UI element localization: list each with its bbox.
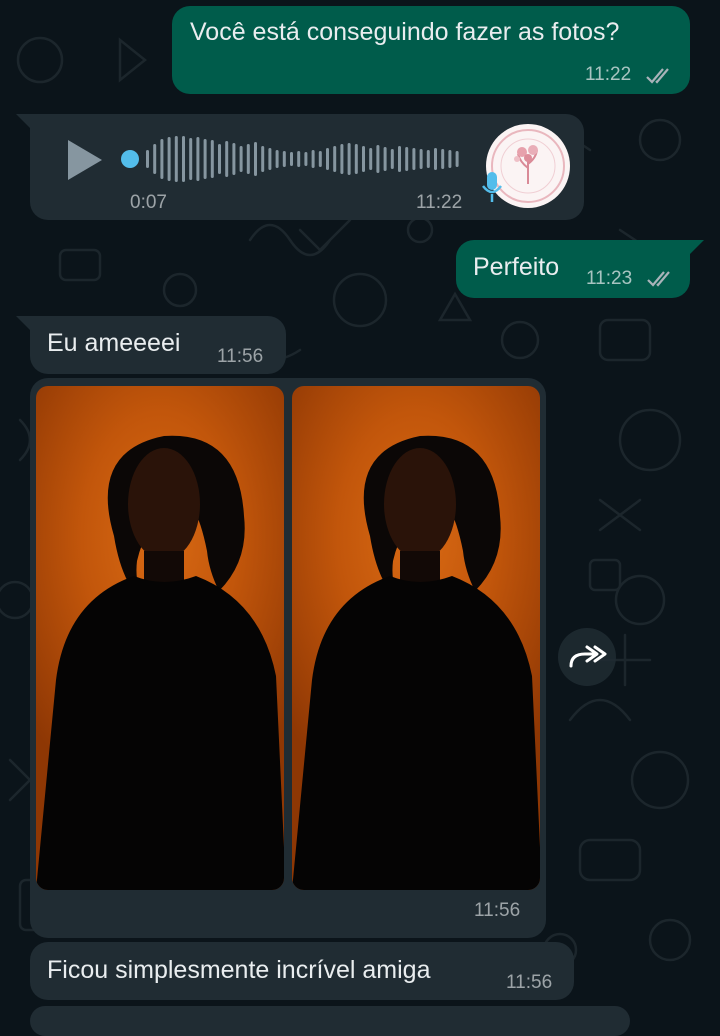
waveform-bar — [448, 150, 452, 168]
waveform-bar — [326, 148, 329, 170]
portrait-silhouette — [36, 435, 284, 890]
microphone-icon — [482, 172, 502, 202]
waveform-bar — [398, 146, 401, 172]
waveform-bar — [275, 150, 279, 168]
waveform-bar — [232, 143, 236, 175]
voice-duration: 0:07 — [130, 192, 167, 213]
waveform-bar — [189, 138, 193, 180]
waveform-bar — [455, 151, 459, 167]
message-time: 11:56 — [506, 972, 553, 993]
waveform-bar — [225, 141, 229, 177]
voice-message[interactable]: 0:07 11:22 — [30, 114, 584, 220]
waveform-bar — [340, 144, 344, 174]
message-time: 11:22 — [585, 64, 632, 85]
waveform-bar — [218, 144, 221, 174]
waveform-bar — [174, 136, 178, 182]
voice-waveform[interactable] — [120, 134, 460, 184]
outgoing-message[interactable]: Perfeito 11:23 — [456, 240, 690, 298]
waveform-bar — [383, 147, 387, 171]
waveform-bar — [160, 139, 164, 179]
waveform-bar — [347, 143, 351, 175]
message-time: 11:56 — [217, 346, 264, 367]
message-time: 11:22 — [416, 192, 463, 213]
waveform-bar — [282, 151, 286, 167]
waveform-bar — [311, 150, 315, 168]
waveform-bar — [239, 146, 243, 172]
waveform-bar — [304, 152, 308, 166]
waveform-bar — [246, 144, 250, 174]
incoming-message[interactable]: Ficou simplesmente incrível amiga 11:56 — [30, 942, 574, 1000]
waveform-bar — [333, 146, 337, 172]
waveform-bar — [210, 140, 214, 178]
waveform-bar — [318, 151, 322, 167]
forward-icon — [569, 645, 607, 668]
waveform-bar — [405, 147, 409, 171]
waveform-bar — [434, 148, 437, 170]
waveform-bar — [369, 148, 373, 170]
waveform-bar — [196, 137, 200, 181]
waveform-bar — [167, 137, 171, 181]
double-check-icon — [646, 68, 669, 84]
waveform-bar — [254, 142, 257, 176]
waveform-bar — [390, 149, 394, 169]
next-message-edge — [30, 1006, 630, 1036]
waveform-bar — [297, 151, 301, 167]
waveform-bar — [268, 148, 272, 170]
image-album-message[interactable]: 11:56 — [30, 378, 546, 938]
waveform-bar — [354, 144, 358, 174]
message-text: Perfeito — [473, 253, 560, 281]
waveform-bar — [376, 145, 380, 173]
waveform-bar — [203, 139, 207, 179]
message-text: Ficou simplesmente incrível amiga — [47, 956, 431, 984]
play-icon[interactable] — [66, 138, 106, 182]
forward-button[interactable] — [558, 628, 616, 686]
waveform-bar — [153, 144, 157, 174]
double-check-icon — [647, 271, 670, 287]
waveform-bar — [146, 150, 149, 168]
message-text: Você está conseguindo fazer as fotos? — [190, 18, 620, 46]
photo-thumbnail[interactable] — [36, 386, 284, 890]
message-time: 11:56 — [474, 900, 521, 921]
outgoing-message[interactable]: Você está conseguindo fazer as fotos? 11… — [172, 6, 690, 94]
bubble-tail — [688, 240, 704, 256]
waveform-bar — [290, 152, 293, 166]
waveform-bar — [412, 148, 416, 170]
photo-thumbnail[interactable] — [292, 386, 540, 890]
portrait-silhouette — [292, 435, 540, 890]
waveform-bar — [182, 136, 185, 182]
waveform-bar — [261, 146, 265, 172]
message-text: Eu ameeeei — [47, 329, 181, 357]
incoming-message[interactable]: Eu ameeeei 11:56 — [30, 316, 286, 374]
message-time: 11:23 — [586, 268, 633, 289]
waveform-bar — [441, 149, 445, 169]
waveform-bar — [362, 146, 365, 172]
waveform-bar — [426, 150, 430, 168]
waveform-bar — [419, 149, 423, 169]
